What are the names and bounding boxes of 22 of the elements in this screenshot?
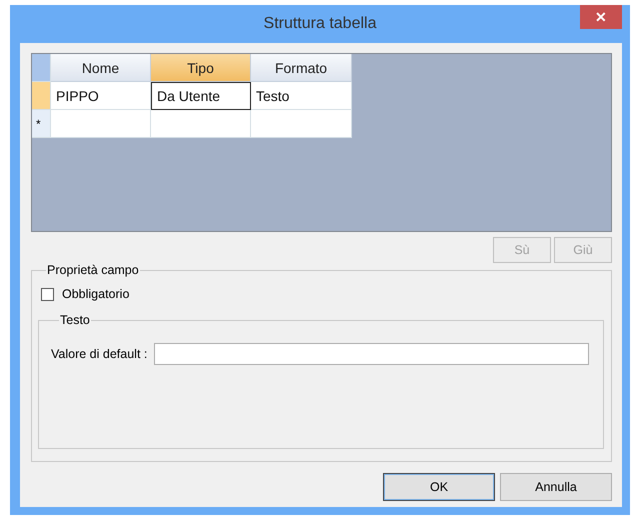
grid-corner	[32, 54, 51, 82]
dialog-button[interactable]: Annulla	[500, 473, 612, 501]
table-cell[interactable]	[151, 110, 251, 138]
window-title: Struttura tabella	[264, 15, 376, 33]
input-field[interactable]	[154, 343, 589, 365]
column-header[interactable]: Nome	[51, 54, 151, 82]
dialog-button[interactable]: OK	[383, 473, 495, 501]
table-cell[interactable]: Testo	[251, 82, 352, 110]
checkbox-label: Obbligatorio	[62, 287, 130, 301]
checkbox[interactable]	[41, 288, 54, 300]
field-label: Valore di default :	[51, 347, 148, 361]
column-header[interactable]: Formato	[251, 54, 352, 82]
table-cell[interactable]: Da Utente	[151, 82, 251, 110]
row-header[interactable]: *	[32, 110, 51, 138]
table-cell[interactable]: PIPPO	[51, 82, 151, 110]
column-header[interactable]: Tipo	[151, 54, 251, 82]
table-cell[interactable]	[251, 110, 352, 138]
close-button[interactable]: ✕	[580, 5, 622, 29]
group-label: Proprietà campo	[46, 263, 140, 277]
group-label: Testo	[59, 313, 91, 327]
row-header[interactable]	[32, 82, 51, 110]
table-cell[interactable]	[51, 110, 151, 138]
